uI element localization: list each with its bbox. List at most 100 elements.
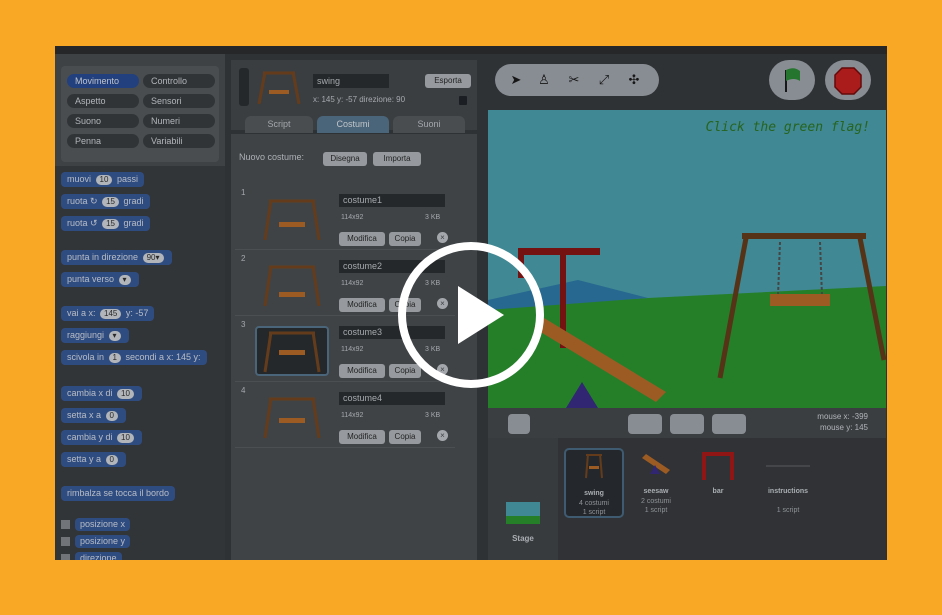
stop-button[interactable] <box>825 60 871 100</box>
stage-thumbnail-cell[interactable]: Stage <box>488 438 558 560</box>
block-turn-left[interactable]: ruota ↺ 15 gradi <box>61 216 150 231</box>
category-pen[interactable]: Penna <box>67 134 139 148</box>
delete-costume-icon[interactable]: × <box>437 232 448 243</box>
sprite-thumb <box>642 454 670 474</box>
choose-new-sprite-button[interactable] <box>670 414 704 434</box>
block-input[interactable]: ▾ <box>118 275 131 285</box>
category-looks[interactable]: Aspetto <box>67 94 139 108</box>
costume-thumbnail[interactable] <box>255 260 329 310</box>
block-set-y[interactable]: setta y a 0 <box>61 452 126 467</box>
block-input[interactable]: 90▾ <box>142 253 164 263</box>
shrink-icon[interactable]: ✣ <box>621 68 647 92</box>
costume-row[interactable]: 4 costume4 114x92 3 KB Modifica Copia × <box>235 384 455 448</box>
costume-thumbnail[interactable] <box>255 194 329 244</box>
lock-icon[interactable] <box>459 96 467 105</box>
block-glide[interactable]: scivola in 1 secondi a x: 145 y: <box>61 350 207 365</box>
presentation-mode-button[interactable] <box>508 414 530 434</box>
sprite-script-count: 1 script <box>644 507 668 514</box>
block-input[interactable]: 145 <box>100 309 122 319</box>
surprise-sprite-button[interactable] <box>712 414 746 434</box>
import-button[interactable]: Importa <box>373 152 421 166</box>
category-numbers[interactable]: Numeri <box>143 114 215 128</box>
category-sound[interactable]: Suono <box>67 114 139 128</box>
sprite-thumb <box>702 452 734 480</box>
costume-thumbnail[interactable] <box>255 392 329 442</box>
costume-name-field[interactable]: costume4 <box>339 392 445 405</box>
costume-name-field[interactable]: costume1 <box>339 194 445 207</box>
edit-costume-button[interactable]: Modifica <box>339 232 385 246</box>
green-flag-button[interactable] <box>769 60 815 100</box>
copy-costume-button[interactable]: Copia <box>389 232 421 246</box>
block-text: punta in direzione <box>67 252 139 262</box>
category-selector: Movimento Controllo Aspetto Sensori Suon… <box>61 66 219 162</box>
category-sensing[interactable]: Sensori <box>143 94 215 108</box>
paint-button[interactable]: Disegna <box>323 152 367 166</box>
rotation-style-buttons[interactable] <box>239 68 249 106</box>
reporter-y-position[interactable]: posizione y <box>61 535 131 548</box>
stage-controls: mouse x: -399 mouse y: 145 <box>488 408 886 438</box>
reporter-x-position[interactable]: posizione x <box>61 518 131 531</box>
block-move[interactable]: muovi 10 passi <box>61 172 144 187</box>
block-change-y[interactable]: cambia y di 10 <box>61 430 142 445</box>
grow-icon[interactable]: ⤢ <box>591 68 617 92</box>
delete-costume-icon[interactable]: × <box>437 430 448 441</box>
category-variables[interactable]: Variabili <box>143 134 215 148</box>
block-text: secondi a x: 145 y: <box>125 352 201 362</box>
block-change-x[interactable]: cambia x di 10 <box>61 386 142 401</box>
mouse-x-readout: mouse x: -399 <box>817 412 868 421</box>
block-goto-xy[interactable]: vai a x: 145 y: -57 <box>61 306 155 321</box>
block-text: setta y a <box>67 454 102 464</box>
block-goto-target[interactable]: raggiungi ▾ <box>61 328 129 343</box>
reporter-checkbox[interactable] <box>61 520 70 530</box>
block-input[interactable]: 15 <box>102 219 119 229</box>
block-text: vai a x: <box>67 308 96 318</box>
sprite-bar[interactable]: bar <box>688 448 748 518</box>
copy-costume-button[interactable]: Copia <box>389 364 421 378</box>
block-point-direction[interactable]: punta in direzione 90▾ <box>61 250 172 265</box>
reporter-checkbox[interactable] <box>61 554 70 560</box>
tab-sounds[interactable]: Suoni <box>393 116 465 133</box>
sprite-costume-count: 2 costumi <box>641 498 671 505</box>
category-control[interactable]: Controllo <box>143 74 215 88</box>
block-input[interactable]: 0 <box>105 411 118 421</box>
category-motion[interactable]: Movimento <box>67 74 139 88</box>
block-input[interactable]: 0 <box>105 455 118 465</box>
play-button[interactable] <box>398 242 544 388</box>
export-button[interactable]: Esporta <box>425 74 471 88</box>
copy-costume-button[interactable]: Copia <box>389 430 421 444</box>
editor-tabs: Script Costumi Suoni <box>231 114 477 134</box>
sprite-costume-count: 4 costumi <box>579 500 609 507</box>
stage-canvas[interactable]: Click the green flag! <box>488 110 886 408</box>
block-input[interactable]: 1 <box>108 353 121 363</box>
sprite-seesaw[interactable]: seesaw 2 costumi 1 script <box>626 448 686 518</box>
block-input[interactable]: 10 <box>117 433 134 443</box>
edit-costume-button[interactable]: Modifica <box>339 298 385 312</box>
block-bounce[interactable]: rimbalza se tocca il bordo <box>61 486 176 501</box>
reporter-direction[interactable]: direzione <box>61 552 122 560</box>
sprite-list: Stage swing 4 costumi 1 script seesaw 2 … <box>488 438 886 560</box>
sprite-name-field[interactable]: swing <box>313 74 389 88</box>
blocks-palette: Movimento Controllo Aspetto Sensori Suon… <box>55 54 225 560</box>
block-turn-right[interactable]: ruota ↻ 15 gradi <box>61 194 150 209</box>
cursor-icon[interactable]: ➤ <box>503 68 529 92</box>
block-input[interactable]: 10 <box>95 175 113 185</box>
tab-costumes[interactable]: Costumi <box>317 116 389 133</box>
edit-costume-button[interactable]: Modifica <box>339 430 385 444</box>
sprite-coordinates: x: 145 y: -57 direzione: 90 <box>313 95 406 104</box>
block-text: cambia y di <box>67 432 113 442</box>
block-input[interactable]: ▾ <box>108 331 121 341</box>
block-input[interactable]: 10 <box>117 389 134 399</box>
scissors-icon[interactable]: ✂ <box>561 68 587 92</box>
costume-thumbnail[interactable] <box>255 326 329 376</box>
block-point-towards[interactable]: punta verso ▾ <box>61 272 139 287</box>
block-input[interactable]: 15 <box>102 197 119 207</box>
sprite-swing[interactable]: swing 4 costumi 1 script <box>564 448 624 518</box>
sprite-instructions[interactable]: instructions 1 script <box>750 448 826 518</box>
reporter-checkbox[interactable] <box>61 537 70 547</box>
paint-new-sprite-button[interactable] <box>628 414 662 434</box>
tab-script[interactable]: Script <box>245 116 313 133</box>
stamp-icon[interactable]: ♙ <box>531 68 557 92</box>
block-set-x[interactable]: setta x a 0 <box>61 408 126 423</box>
costume-row[interactable]: 1 costume1 114x92 3 KB Modifica Copia × <box>235 186 455 250</box>
edit-costume-button[interactable]: Modifica <box>339 364 385 378</box>
